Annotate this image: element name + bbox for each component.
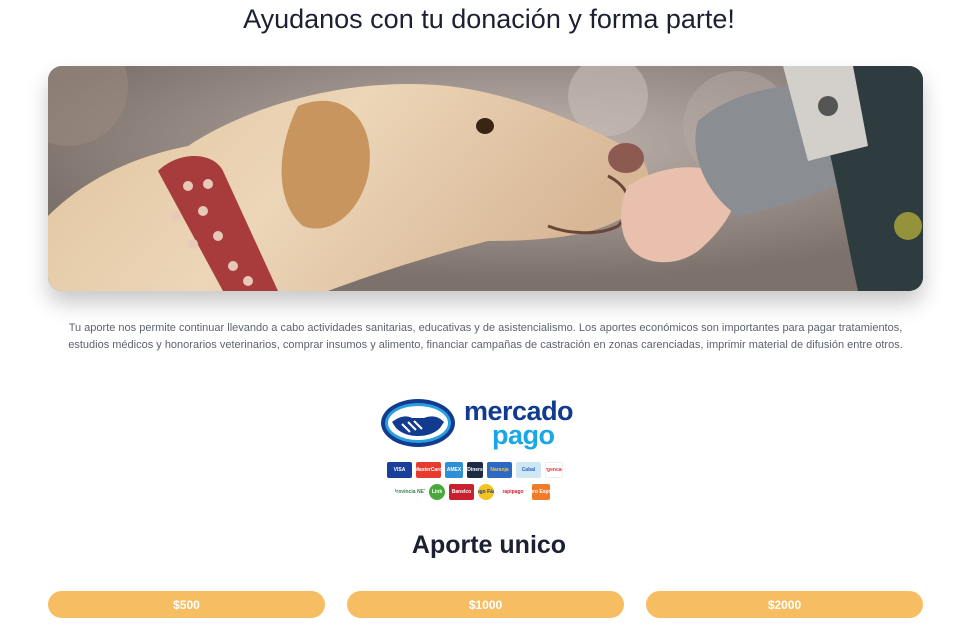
amex-logo: AMEX (445, 462, 463, 478)
donate-500-button[interactable]: $500 (48, 591, 325, 618)
dog-photo-illustration (48, 66, 923, 291)
argencard-logo: Argencard (545, 462, 563, 478)
rapipago-logo: rapipago (498, 484, 528, 500)
payment-methods-row: Provincia NET Link Banelco Pago Fácil ra… (395, 484, 550, 500)
donation-description: Tu aporte nos permite continuar llevando… (68, 322, 903, 351)
mastercard-logo: MasterCard (416, 462, 441, 478)
payment-methods: VISA MasterCard AMEX Diners Naranja Caba… (385, 460, 585, 504)
payment-methods-row: VISA MasterCard AMEX Diners Naranja Caba… (387, 462, 563, 478)
visa-logo: VISA (387, 462, 412, 478)
link-logo: Link (429, 484, 445, 500)
cobroexpress-logo: Cobro Express (532, 484, 550, 500)
handshake-icon (381, 399, 455, 447)
donate-1000-button[interactable]: $1000 (347, 591, 624, 618)
banelco-logo: Banelco (449, 484, 474, 500)
mercadopago-word-pago: pago (492, 420, 555, 450)
section-title: Aporte unico (411, 531, 567, 559)
pagofacil-logo: Pago Fácil (478, 484, 494, 500)
naranja-logo: Naranja (487, 462, 512, 478)
donate-2000-button[interactable]: $2000 (646, 591, 923, 618)
mercadopago-logo: mercado pago (380, 396, 590, 452)
diners-logo: Diners (467, 462, 483, 478)
page-title: Ayudanos con tu donación y forma parte! (243, 4, 735, 34)
provincia-net-logo: Provincia NET (395, 484, 425, 500)
hero-image-dog (48, 66, 923, 291)
cabal-logo: Cabal (516, 462, 541, 478)
